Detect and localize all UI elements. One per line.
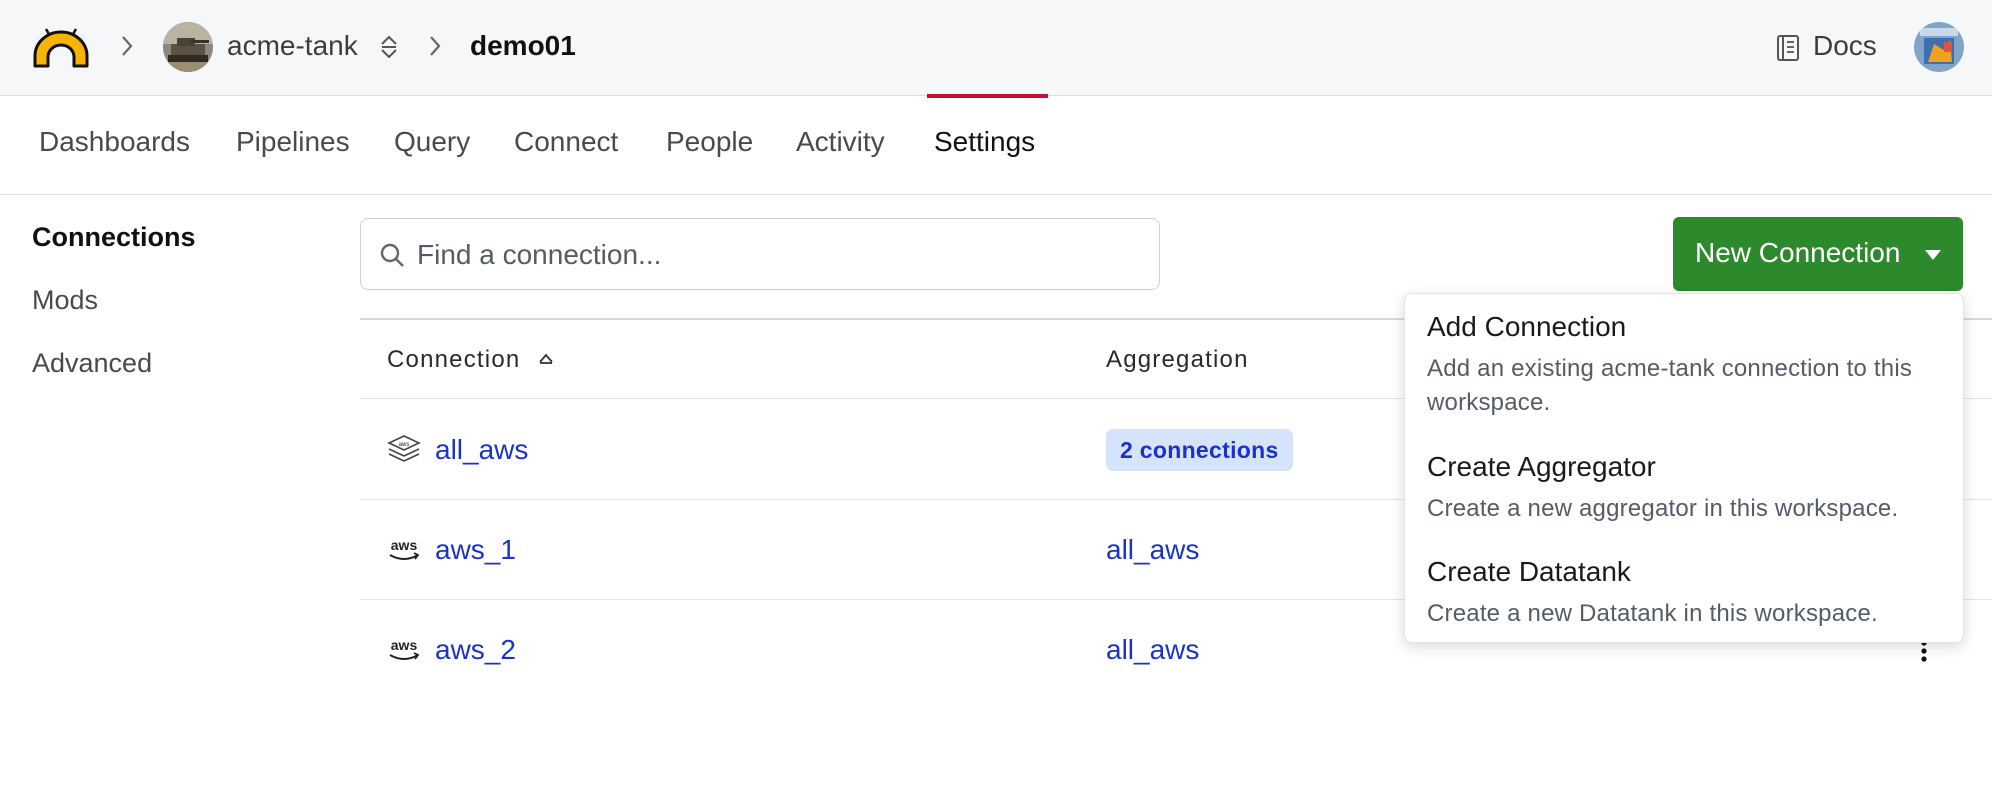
menu-item-create-aggregator[interactable]: Create Aggregator Create a new aggregato… <box>1427 451 1947 526</box>
workspace-owner-name[interactable]: acme-tank <box>227 30 358 62</box>
search-icon <box>380 243 404 267</box>
new-connection-button[interactable]: New Connection <box>1673 217 1963 291</box>
menu-item-description: Create a new Datatank in this workspace. <box>1427 600 1878 627</box>
aggregation-link[interactable]: all_aws <box>1106 634 1199 666</box>
aws-icon: aws <box>389 537 420 560</box>
tab-activity[interactable]: Activity <box>796 126 885 158</box>
new-connection-menu: Add Connection Add an existing acme-tank… <box>1404 293 1964 643</box>
menu-item-title: Create Aggregator <box>1427 451 1656 482</box>
sidebar-item-advanced[interactable]: Advanced <box>32 348 152 379</box>
aws-icon: aws <box>389 637 420 660</box>
sidebar-item-mods[interactable]: Mods <box>32 285 98 316</box>
svg-text:aws: aws <box>399 442 410 448</box>
main-tabs: Dashboards Pipelines Query Connect Peopl… <box>0 96 1992 195</box>
aggregator-icon: aws <box>387 435 421 462</box>
new-connection-label: New Connection <box>1695 237 1901 268</box>
aggregation-link[interactable]: all_aws <box>1106 534 1199 566</box>
breadcrumb-chevron-icon <box>430 36 441 56</box>
column-header-aggregation[interactable]: Aggregation <box>1106 346 1249 374</box>
user-avatar[interactable] <box>1914 22 1964 72</box>
active-tab-indicator <box>927 94 1048 98</box>
sort-ascending-icon[interactable] <box>538 352 554 366</box>
menu-item-description: Add an existing acme-tank connection to … <box>1427 355 1913 416</box>
top-bar: acme-tank demo01 Docs <box>0 0 1992 96</box>
menu-item-add-connection[interactable]: Add Connection Add an existing acme-tank… <box>1427 311 1947 420</box>
tab-people[interactable]: People <box>666 126 753 158</box>
svg-text:aws: aws <box>391 637 418 653</box>
current-workspace[interactable]: demo01 <box>470 30 576 62</box>
tab-query[interactable]: Query <box>394 126 470 158</box>
search-input[interactable] <box>415 233 1139 277</box>
docs-book-icon[interactable] <box>1776 34 1800 62</box>
tab-connect[interactable]: Connect <box>514 126 618 158</box>
tab-pipelines[interactable]: Pipelines <box>236 126 350 158</box>
switch-workspace-icon[interactable] <box>379 34 399 60</box>
app-logo-icon[interactable] <box>32 26 90 68</box>
sidebar-item-connections[interactable]: Connections <box>32 222 196 253</box>
tab-settings[interactable]: Settings <box>934 126 1035 158</box>
menu-item-description: Create a new aggregator in this workspac… <box>1427 495 1899 522</box>
breadcrumb-chevron-icon <box>122 36 133 56</box>
connection-search[interactable] <box>360 218 1160 290</box>
menu-item-title: Create Datatank <box>1427 556 1631 587</box>
connection-link[interactable]: all_aws <box>435 434 528 466</box>
connection-link[interactable]: aws_2 <box>435 634 516 666</box>
menu-item-title: Add Connection <box>1427 311 1627 342</box>
svg-text:aws: aws <box>391 537 418 553</box>
connection-link[interactable]: aws_1 <box>435 534 516 566</box>
aggregation-badge[interactable]: 2 connections <box>1106 429 1293 471</box>
docs-link[interactable]: Docs <box>1813 30 1877 62</box>
caret-down-icon <box>1925 250 1941 260</box>
column-header-connection[interactable]: Connection <box>387 346 520 374</box>
menu-item-create-datatank[interactable]: Create Datatank Create a new Datatank in… <box>1427 556 1947 631</box>
workspace-owner-avatar[interactable] <box>163 22 213 72</box>
tab-dashboards[interactable]: Dashboards <box>39 126 190 158</box>
